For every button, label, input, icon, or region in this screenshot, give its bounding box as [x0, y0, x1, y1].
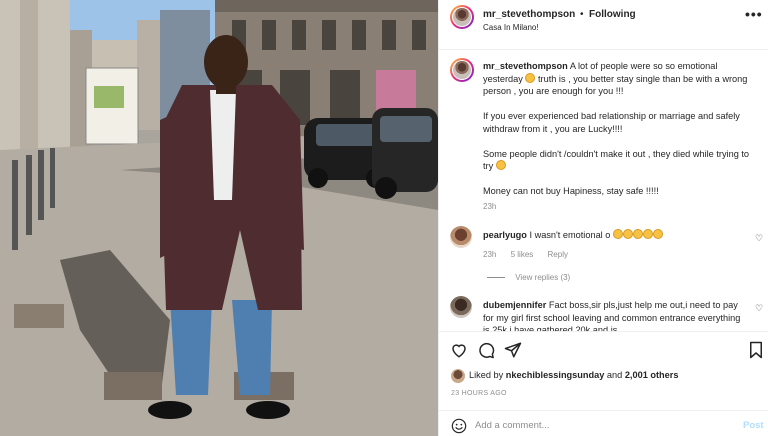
author-avatar[interactable]: [450, 5, 474, 29]
commenter-username[interactable]: dubemjennifer: [483, 300, 546, 310]
comment-text: dubemjennifer Fact boss,sir pls,just hel…: [483, 299, 745, 331]
caption-text-part2: truth is , you better stay single than b…: [483, 73, 748, 97]
street-photo-illustration: [0, 0, 438, 436]
caption-paragraph-3: Some people didn't /couldn't make it out…: [483, 148, 750, 172]
replies-divider: [487, 277, 505, 279]
post-comment-button[interactable]: Post: [743, 420, 764, 431]
comment-body: I wasn't emotional o: [529, 230, 611, 240]
view-replies-button[interactable]: View replies (3): [487, 273, 570, 282]
caption-time: 23h: [483, 202, 497, 211]
comment-composer: Post: [439, 410, 768, 436]
bookmark-icon[interactable]: [747, 341, 765, 359]
following-button[interactable]: Following: [589, 9, 636, 20]
liked-by-prefix: Liked by: [469, 370, 504, 380]
post-header: mr_stevethompson • Following Casa In Mil…: [439, 0, 768, 50]
comment-like-heart-icon[interactable]: ♡: [755, 303, 763, 314]
post-actions: Liked by nkechiblessingsunday and 2,001 …: [439, 331, 768, 436]
smile-emoji-icon: [525, 72, 536, 83]
liked-by-summary: Liked by nkechiblessingsunday and 2,001 …: [469, 370, 678, 380]
reply-button[interactable]: Reply: [548, 250, 568, 259]
comment-text: pearlyugo I wasn't emotional o: [483, 229, 745, 242]
comment-like-heart-icon[interactable]: ♡: [755, 233, 763, 244]
post-timestamp[interactable]: 23 HOURS AGO: [451, 390, 507, 397]
comment-time: 23h: [483, 250, 497, 259]
laughing-emoji-icon: [632, 229, 643, 239]
liker-avatar[interactable]: [451, 369, 465, 383]
comments-scroll-area[interactable]: mr_stevethompson A lot of people were so…: [439, 51, 768, 331]
liker-username[interactable]: nkechiblessingsunday: [506, 370, 605, 380]
laughing-emoji-icon: [622, 229, 633, 239]
heart-icon[interactable]: [450, 341, 468, 359]
laughing-emoji-icon: [642, 229, 653, 239]
comment-likes[interactable]: 5 likes: [511, 250, 534, 259]
caption-author-avatar[interactable]: [450, 58, 474, 82]
post-side-panel: mr_stevethompson • Following Casa In Mil…: [438, 0, 768, 436]
author-username[interactable]: mr_stevethompson: [483, 9, 575, 20]
post-photo[interactable]: [0, 0, 438, 436]
view-replies-label: View replies (3): [515, 273, 571, 282]
caption-paragraph-2: If you ever experienced bad relationship…: [483, 111, 740, 134]
commenter-avatar[interactable]: [450, 296, 472, 318]
post-caption: mr_stevethompson A lot of people were so…: [483, 60, 753, 210]
comment-icon[interactable]: [477, 341, 495, 359]
comment-meta: 23h 5 likes Reply: [483, 250, 580, 259]
smile-icon[interactable]: [451, 418, 467, 434]
laughing-emoji-icon: [652, 229, 663, 239]
others-count-link[interactable]: 2,001 others: [625, 370, 679, 380]
share-icon[interactable]: [504, 341, 522, 359]
more-options-icon[interactable]: •••: [745, 6, 763, 22]
liked-by-and: and: [606, 370, 623, 380]
commenter-username[interactable]: pearlyugo: [483, 230, 527, 240]
caption-username[interactable]: mr_stevethompson: [483, 61, 568, 71]
comment-input[interactable]: [475, 417, 725, 433]
caption-paragraph-4: Money can not buy Hapiness, stay safe !!…: [483, 186, 659, 196]
commenter-avatar[interactable]: [450, 226, 472, 248]
separator-dot: •: [580, 9, 584, 20]
post-location[interactable]: Casa In Milano!: [483, 23, 539, 32]
laughing-emoji-icon: [612, 229, 623, 239]
smile-emoji-icon: [495, 160, 506, 170]
